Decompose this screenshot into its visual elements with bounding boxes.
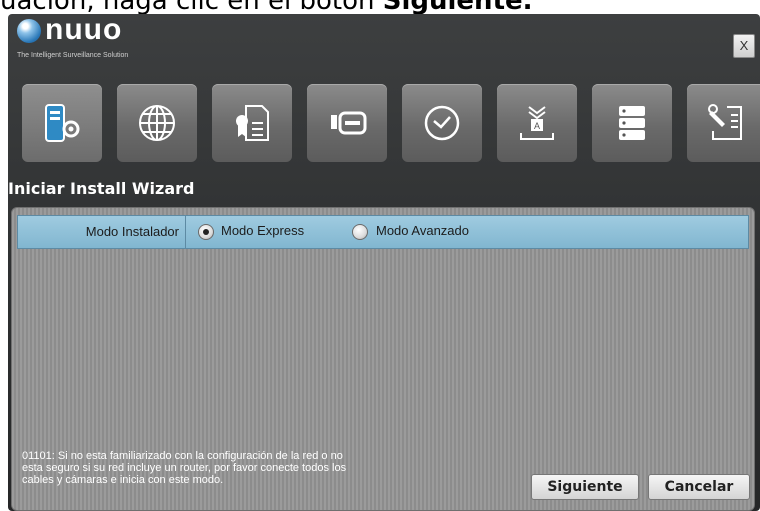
radio-modo-avanzado[interactable] — [352, 224, 368, 240]
radio-label-modo-avanzado[interactable]: Modo Avanzado — [376, 223, 469, 238]
tool-utilities[interactable] — [687, 84, 760, 162]
page-title: Iniciar Install Wizard — [8, 179, 195, 198]
installer-mode-label: Modo Instalador — [18, 216, 186, 248]
wizard-panel: Modo Instalador Modo Express Modo Avanza… — [11, 207, 755, 511]
install-download-icon: A — [520, 106, 554, 140]
globe-icon — [139, 105, 175, 141]
svg-text:A: A — [534, 121, 540, 131]
install-wizard-window: nuuo The Intelligent Surveillance Soluti… — [8, 14, 760, 511]
tool-license[interactable] — [212, 84, 292, 162]
logo-text: nuuo — [45, 14, 123, 46]
help-note: 01101: Si no esta familiarizado con la c… — [22, 450, 422, 486]
logo-tagline: The Intelligent Surveillance Solution — [17, 52, 129, 59]
logo-globe-icon — [17, 19, 41, 43]
radio-modo-express[interactable] — [198, 224, 214, 240]
installer-mode-row: Modo Instalador Modo Express Modo Avanza… — [17, 215, 749, 249]
tool-install[interactable]: A — [497, 84, 577, 162]
radio-label-modo-express[interactable]: Modo Express — [221, 223, 304, 238]
tool-clock[interactable] — [402, 84, 482, 162]
radio-selected-dot — [203, 229, 209, 235]
help-note-line: 01101: Si no esta familiarizado con la c… — [22, 450, 343, 462]
server-settings-icon — [45, 104, 80, 142]
storage-drive-icon — [619, 106, 645, 140]
close-button[interactable]: X — [733, 34, 755, 58]
next-button[interactable]: Siguiente — [531, 474, 639, 500]
license-certificate-icon — [236, 105, 269, 141]
tool-server-settings[interactable] — [22, 84, 102, 162]
toolbar: A — [22, 84, 760, 164]
tools-icon — [708, 104, 742, 140]
tool-network[interactable] — [117, 84, 197, 162]
cancel-button[interactable]: Cancelar — [648, 474, 750, 500]
card-reader-icon — [331, 111, 367, 135]
tool-card-reader[interactable] — [307, 84, 387, 162]
help-note-line: esta seguro si su red incluye un router,… — [22, 462, 347, 474]
help-note-line: cables y cámaras e inicia con este modo. — [22, 474, 224, 486]
tool-storage[interactable] — [592, 84, 672, 162]
clock-icon — [424, 105, 460, 141]
